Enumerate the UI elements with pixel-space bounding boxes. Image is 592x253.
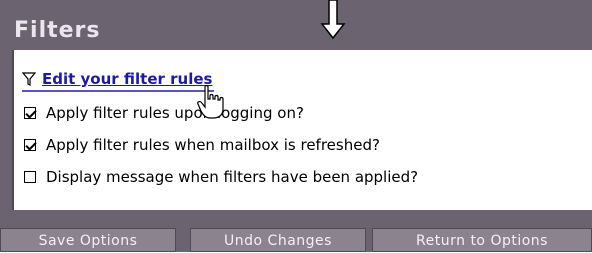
filters-panel: Edit your filter rules Apply filter rule… [12, 50, 592, 210]
section-title: Filters [14, 18, 101, 43]
edit-filter-rules-link-row[interactable]: Edit your filter rules [22, 68, 215, 92]
apply-on-refresh-checkbox[interactable] [24, 139, 36, 151]
apply-on-login-checkbox[interactable] [24, 107, 36, 119]
option-display-message[interactable]: Display message when filters have been a… [24, 166, 418, 188]
save-options-button[interactable]: Save Options [0, 228, 176, 252]
option-apply-on-login[interactable]: Apply filter rules upon logging on? [24, 102, 304, 124]
apply-on-login-label: Apply filter rules upon logging on? [46, 104, 304, 122]
hand-cursor-icon [197, 85, 224, 119]
action-buttons-bar: Save Options Undo Changes Return to Opti… [0, 228, 592, 252]
undo-changes-button[interactable]: Undo Changes [190, 228, 366, 252]
down-arrow-icon [320, 0, 346, 40]
display-message-checkbox[interactable] [24, 171, 36, 183]
edit-filter-rules-link[interactable]: Edit your filter rules [42, 70, 212, 88]
funnel-icon [22, 72, 36, 86]
apply-on-refresh-label: Apply filter rules when mailbox is refre… [46, 136, 380, 154]
return-to-options-button[interactable]: Return to Options [372, 228, 592, 252]
option-apply-on-refresh[interactable]: Apply filter rules when mailbox is refre… [24, 134, 380, 156]
filters-header: Filters [0, 0, 592, 50]
display-message-label: Display message when filters have been a… [46, 168, 419, 186]
